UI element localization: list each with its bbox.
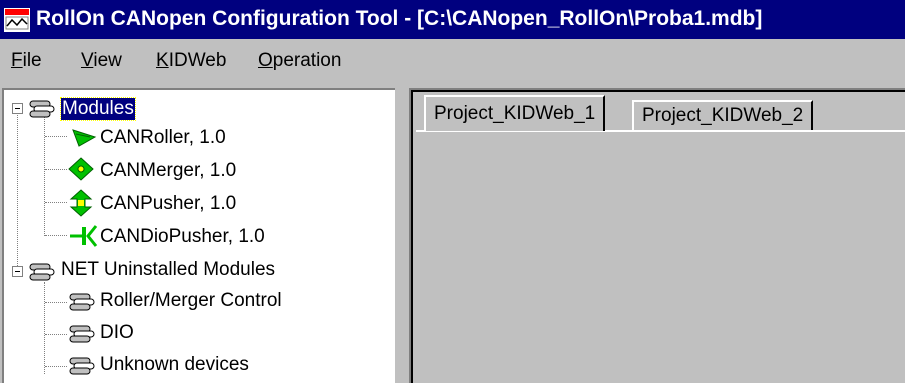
tab-project-kidweb-2[interactable]: Project_KIDWeb_2 xyxy=(632,100,814,130)
modules-collapse-toggle[interactable] xyxy=(12,103,23,114)
tree-node-canroller[interactable]: CANRoller, 1.0 xyxy=(100,127,226,149)
tree-connector xyxy=(44,116,45,236)
menu-view-mnemonic: V xyxy=(81,50,94,71)
title-bar[interactable]: RollOn CANopen Configuration Tool - [C:\… xyxy=(0,0,905,39)
tree-node-net-uninstalled[interactable]: NET Uninstalled Modules xyxy=(61,259,275,281)
menu-operation-rest: peration xyxy=(272,50,342,71)
menu-file-mnemonic: F xyxy=(11,50,23,71)
menu-kidweb-rest: IDWeb xyxy=(168,50,227,71)
roller-icon xyxy=(72,129,97,147)
tree-connector xyxy=(17,108,18,270)
module-tree[interactable]: Modules CANRoller, 1.0 CANMerger, 1.0 CA… xyxy=(2,88,395,383)
menu-bar: File View KIDWeb Operation xyxy=(0,42,905,84)
tree-node-candiopusher[interactable]: CANDioPusher, 1.0 xyxy=(100,226,265,248)
device-group-icon xyxy=(69,293,95,311)
tree-connector xyxy=(45,334,67,335)
tree-connector xyxy=(44,282,45,374)
tree-node-dio[interactable]: DIO xyxy=(100,322,134,344)
panel-splitter[interactable] xyxy=(395,88,409,383)
tree-node-modules[interactable]: Modules xyxy=(60,97,136,121)
tree-connector xyxy=(45,202,67,203)
net-collapse-toggle[interactable] xyxy=(12,266,23,277)
menu-file[interactable]: File xyxy=(11,50,42,72)
modules-group-icon xyxy=(29,100,55,118)
merger-icon xyxy=(68,157,94,181)
app-icon[interactable] xyxy=(4,8,30,32)
menu-operation[interactable]: Operation xyxy=(258,50,341,72)
tree-node-roller-merger-control[interactable]: Roller/Merger Control xyxy=(100,290,282,312)
menu-view[interactable]: View xyxy=(81,50,122,72)
tree-connector xyxy=(45,366,67,367)
tree-connector xyxy=(45,302,67,303)
tree-node-canmerger[interactable]: CANMerger, 1.0 xyxy=(100,160,236,182)
net-group-icon xyxy=(29,263,55,281)
tab-project-kidweb-1[interactable]: Project_KIDWeb_1 xyxy=(424,95,606,131)
menu-kidweb-mnemonic: K xyxy=(156,50,169,71)
tree-connector xyxy=(45,169,67,170)
device-group-icon xyxy=(69,325,95,343)
menu-file-rest: ile xyxy=(22,50,42,71)
tree-node-unknown-devices[interactable]: Unknown devices xyxy=(100,354,249,376)
menu-view-rest: iew xyxy=(93,50,122,71)
pusher-icon xyxy=(69,189,93,217)
menu-kidweb[interactable]: KIDWeb xyxy=(156,50,226,72)
device-group-icon xyxy=(69,357,95,375)
menu-operation-mnemonic: O xyxy=(258,50,273,71)
project-panel xyxy=(409,88,905,383)
tree-node-canpusher[interactable]: CANPusher, 1.0 xyxy=(100,193,236,215)
tree-connector xyxy=(45,136,67,137)
window-title: RollOn CANopen Configuration Tool - [C:\… xyxy=(36,7,763,30)
tree-connector xyxy=(45,235,67,236)
diopusher-icon xyxy=(70,225,98,247)
